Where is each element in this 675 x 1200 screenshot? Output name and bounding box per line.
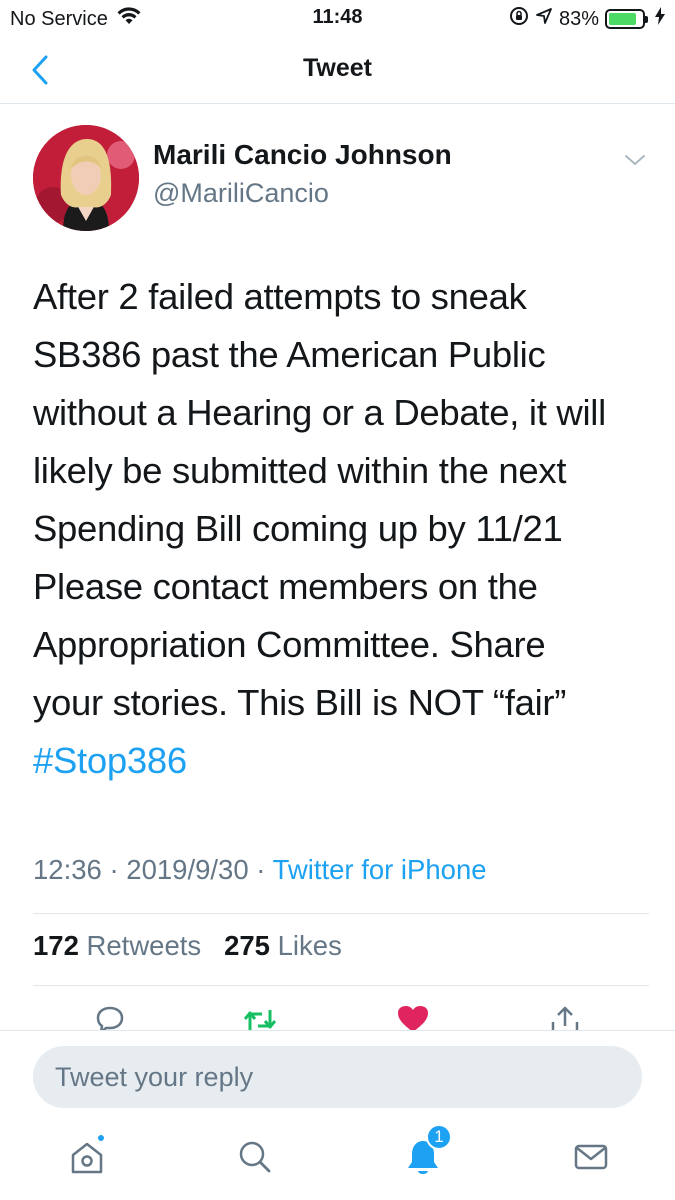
tab-bar: 1 bbox=[0, 1110, 675, 1200]
retweets-stat[interactable]: 172 Retweets bbox=[33, 930, 201, 961]
tab-notifications[interactable]: 1 bbox=[398, 1124, 452, 1182]
retweet-label: Retweets bbox=[86, 930, 202, 961]
reply-input[interactable] bbox=[33, 1046, 642, 1108]
tab-search[interactable] bbox=[230, 1132, 280, 1182]
meta-separator: · bbox=[109, 854, 127, 885]
status-right: 83% bbox=[509, 6, 665, 32]
battery-level bbox=[609, 13, 636, 25]
home-icon bbox=[71, 1142, 103, 1174]
retweet-icon bbox=[243, 1010, 277, 1030]
orientation-lock-icon bbox=[509, 6, 529, 32]
like-label: Likes bbox=[277, 930, 342, 961]
new-content-dot bbox=[96, 1133, 106, 1143]
tweet-line: Appropriation Committee. Share bbox=[33, 624, 546, 665]
battery-icon bbox=[605, 9, 648, 29]
divider bbox=[33, 913, 649, 914]
reply-button[interactable] bbox=[90, 1002, 130, 1030]
tab-home[interactable] bbox=[62, 1132, 112, 1182]
tweet-line: Please contact members on the bbox=[33, 566, 538, 607]
like-count: 275 bbox=[224, 930, 270, 961]
like-button[interactable] bbox=[393, 1002, 433, 1030]
tweet-options-button[interactable] bbox=[620, 148, 650, 172]
comment-icon bbox=[96, 1006, 124, 1030]
tweet-text: After 2 failed attempts to sneak SB386 p… bbox=[33, 268, 658, 790]
charging-icon bbox=[655, 7, 665, 31]
location-icon bbox=[535, 7, 553, 31]
search-icon bbox=[239, 1141, 271, 1173]
battery-percent: 83% bbox=[558, 7, 599, 30]
likes-stat[interactable]: 275 Likes bbox=[224, 930, 342, 961]
tweet-date: 2019/9/30 bbox=[126, 854, 249, 885]
retweet-count: 172 bbox=[33, 930, 79, 961]
meta-separator: · bbox=[256, 854, 273, 885]
tweet-line: SB386 past the American Public bbox=[33, 334, 546, 375]
tweet-line: without a Hearing or a Debate, it will bbox=[33, 392, 606, 433]
tab-messages[interactable] bbox=[566, 1132, 616, 1182]
tweet-actions bbox=[0, 1000, 675, 1030]
tweet-time: 12:36 bbox=[33, 854, 102, 885]
author-handle[interactable]: @MariliCancio bbox=[153, 178, 329, 209]
share-button[interactable] bbox=[545, 1002, 585, 1030]
nav-bar: Tweet bbox=[0, 36, 675, 104]
tweet-line: likely be submitted within the next bbox=[33, 450, 567, 491]
tweet-line: your stories. This Bill is NOT “fair” bbox=[33, 682, 567, 723]
status-bar: No Service 11:48 83% bbox=[0, 0, 675, 36]
chevron-down-icon bbox=[625, 155, 645, 165]
page-title: Tweet bbox=[303, 54, 372, 82]
tweet-stats: 172 Retweets 275 Likes bbox=[33, 930, 342, 962]
avatar[interactable] bbox=[33, 125, 139, 231]
retweet-button[interactable] bbox=[240, 1002, 280, 1030]
heart-icon bbox=[398, 1006, 428, 1030]
tweet-source-link[interactable]: Twitter for iPhone bbox=[273, 854, 487, 885]
tweet-meta: 12:36 · 2019/9/30 · Twitter for iPhone bbox=[33, 854, 487, 886]
tweet-line: After 2 failed attempts to sneak bbox=[33, 276, 527, 317]
tweet-line: Spending Bill coming up by 11/21 bbox=[33, 508, 563, 549]
author-name[interactable]: Marili Cancio Johnson bbox=[153, 139, 452, 171]
divider bbox=[33, 985, 649, 986]
notification-badge: 1 bbox=[426, 1124, 452, 1150]
share-icon bbox=[551, 1006, 579, 1030]
hashtag-link[interactable]: #Stop386 bbox=[33, 732, 658, 790]
mail-icon bbox=[574, 1144, 608, 1170]
